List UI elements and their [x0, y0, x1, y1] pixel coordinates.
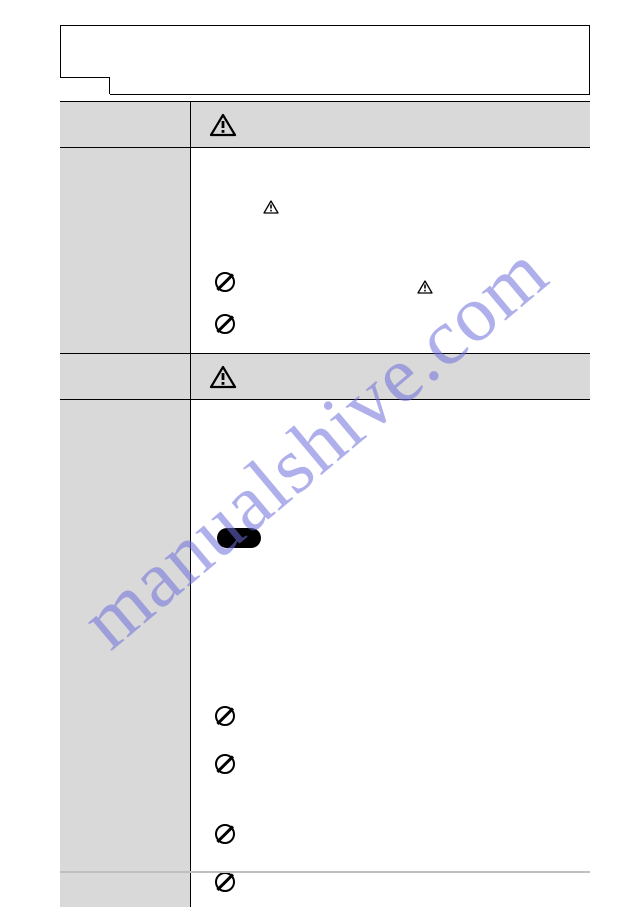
content-grid: [60, 101, 590, 907]
prohibit-icon: [215, 706, 235, 726]
warning-triangle-icon: [209, 365, 237, 389]
header-tab: [60, 77, 110, 95]
header-box: [60, 25, 590, 95]
black-lozenge: [217, 528, 261, 548]
section-1-header: [60, 101, 590, 147]
prohibit-icon: [215, 754, 235, 774]
prohibit-icon: [215, 824, 235, 844]
section-2-header: [60, 353, 590, 399]
warning-triangle-icon: [209, 113, 237, 137]
prohibit-icon: [215, 872, 235, 892]
small-warning-icon: [263, 200, 279, 214]
section-1-content-head: [191, 102, 590, 147]
prohibit-icon: [215, 314, 235, 334]
section-2-content-head: [191, 354, 590, 399]
footer-rule: [60, 871, 590, 873]
section-1-sidebar-head: [60, 102, 191, 147]
vertical-divider: [190, 101, 191, 907]
section-1-body: [60, 147, 590, 353]
prohibit-icon: [215, 272, 235, 292]
section-2-sidebar: [60, 400, 191, 907]
small-warning-icon: [417, 280, 433, 294]
section-2-sidebar-head: [60, 354, 191, 399]
page-container: [60, 25, 590, 907]
section-2-body: [60, 399, 590, 907]
section-1-sidebar: [60, 148, 191, 353]
section-2-content: [191, 400, 590, 907]
section-1-content: [191, 148, 590, 353]
